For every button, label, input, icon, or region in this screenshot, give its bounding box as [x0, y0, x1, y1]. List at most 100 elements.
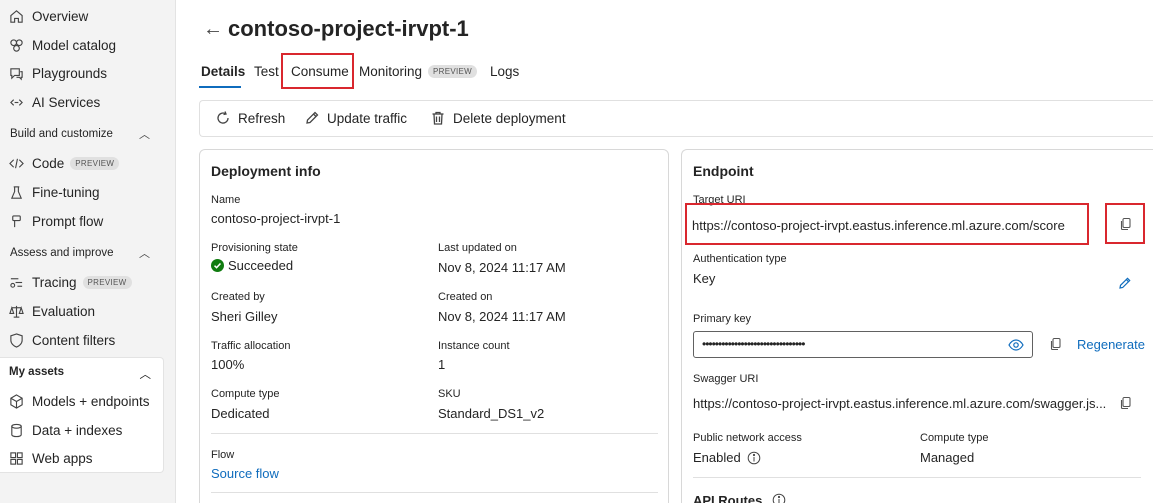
refresh-icon [217, 111, 229, 124]
sidebar: Overview Model catalog Playgrounds AI Se… [0, 0, 176, 503]
copy-primary-key-button[interactable] [1049, 337, 1065, 353]
swagger-uri-label: Swagger URI [693, 373, 759, 385]
eye-icon[interactable] [1008, 338, 1024, 352]
edit-auth-button[interactable] [1118, 276, 1134, 292]
chevron-up-icon: ︿ [139, 129, 150, 141]
last-updated-value: Nov 8, 2024 11:17 AM [438, 260, 566, 275]
traffic-allocation-label: Traffic allocation [211, 340, 291, 352]
highlight-target-uri [685, 203, 1089, 245]
edit-icon [306, 111, 319, 124]
shield-icon [8, 332, 24, 348]
compute-type-value: Dedicated [211, 406, 270, 421]
chevron-up-icon: ︿ [139, 248, 150, 260]
home-icon [8, 8, 24, 24]
command-bar: Refresh Update traffic Delete deployment [199, 100, 1153, 137]
trash-icon [432, 111, 444, 125]
copy-swagger-uri-button[interactable] [1119, 396, 1135, 412]
grid-icon [8, 450, 24, 466]
sidebar-item-fine-tuning[interactable]: Fine-tuning [8, 179, 100, 205]
code-icon [8, 155, 24, 171]
endpoint-compute-type-label: Compute type [920, 432, 989, 444]
scale-icon [8, 303, 24, 319]
highlight-consume-tab [281, 53, 354, 89]
authentication-type-label: Authentication type [693, 253, 787, 265]
created-by-label: Created by [211, 291, 265, 303]
endpoint-title: Endpoint [693, 163, 754, 179]
sidebar-item-content-filters[interactable]: Content filters [8, 327, 115, 353]
compute-type-label: Compute type [211, 388, 280, 400]
section-my-assets[interactable]: My assets ︿ [9, 366, 151, 382]
preview-badge: PREVIEW [82, 275, 132, 289]
tracing-icon [8, 274, 24, 290]
tab-details[interactable]: Details [201, 64, 245, 79]
chat-icon [8, 65, 24, 81]
authentication-type-value: Key [693, 271, 716, 286]
sidebar-item-ai-services[interactable]: AI Services [8, 89, 100, 115]
sidebar-item-overview[interactable]: Overview [8, 3, 88, 29]
flow-icon [8, 213, 24, 229]
pencil-icon [1119, 277, 1131, 289]
public-network-access-value: Enabled [693, 450, 761, 465]
endpoint-compute-type-value: Managed [920, 450, 975, 465]
sidebar-item-code[interactable]: Code PREVIEW [8, 150, 120, 176]
deployment-info-title: Deployment info [211, 163, 321, 179]
tab-monitoring[interactable]: Monitoring PREVIEW [359, 64, 478, 79]
flow-label: Flow [211, 449, 235, 461]
sidebar-item-tracing[interactable]: Tracing PREVIEW [8, 269, 132, 295]
created-on-label: Created on [438, 291, 493, 303]
deployment-info-card [199, 149, 669, 503]
sidebar-item-model-catalog[interactable]: Model catalog [8, 32, 116, 58]
instance-count-value: 1 [438, 357, 446, 372]
tab-logs[interactable]: Logs [490, 64, 519, 79]
sidebar-item-playgrounds[interactable]: Playgrounds [8, 60, 107, 86]
sidebar-item-prompt-flow[interactable]: Prompt flow [8, 208, 103, 234]
page-title: contoso-project-irvpt-1 [228, 16, 469, 41]
swagger-uri-value: https://contoso-project-irvpt.eastus.inf… [693, 396, 1107, 411]
info-icon[interactable] [747, 451, 761, 465]
provisioning-state-label: Provisioning state [211, 242, 298, 254]
success-check-icon [211, 259, 224, 272]
cube-icon [8, 37, 24, 53]
preview-badge: PREVIEW [70, 156, 120, 170]
sidebar-item-models-endpoints[interactable]: Models + endpoints [8, 388, 149, 414]
source-flow-link[interactable]: Source flow [211, 466, 279, 481]
divider [211, 433, 658, 434]
primary-key-value: •••••••••••••••••••••••••••••••• [702, 337, 805, 351]
update-traffic-button[interactable]: Update traffic [304, 110, 407, 126]
api-routes-label: API Routes [693, 493, 786, 503]
divider [211, 492, 658, 493]
chevron-up-icon: ︿ [139, 369, 152, 381]
back-arrow-icon[interactable]: ← [203, 18, 223, 41]
cube-icon [8, 393, 24, 409]
copy-icon [1050, 337, 1061, 351]
delete-deployment-button[interactable]: Delete deployment [430, 110, 566, 126]
created-on-value: Nov 8, 2024 11:17 AM [438, 309, 566, 324]
sku-value: Standard_DS1_v2 [438, 406, 545, 421]
active-tab-indicator [199, 86, 241, 88]
highlight-copy-button [1105, 203, 1145, 244]
sidebar-item-web-apps[interactable]: Web apps [8, 445, 93, 471]
section-assess-and-improve[interactable]: Assess and improve ︿ [10, 243, 150, 263]
copy-icon [1120, 396, 1131, 410]
created-by-value: Sheri Gilley [211, 309, 278, 324]
preview-badge: PREVIEW [428, 65, 478, 78]
last-updated-label: Last updated on [438, 242, 517, 254]
link-icon [8, 94, 24, 110]
sku-label: SKU [438, 388, 461, 400]
traffic-allocation-value: 100% [211, 357, 245, 372]
sidebar-item-evaluation[interactable]: Evaluation [8, 298, 95, 324]
regenerate-link[interactable]: Regenerate [1077, 337, 1145, 352]
sidebar-item-data-indexes[interactable]: Data + indexes [8, 417, 122, 443]
primary-key-label: Primary key [693, 313, 752, 325]
info-icon[interactable] [772, 493, 786, 503]
database-icon [8, 422, 24, 438]
flask-icon [8, 184, 24, 200]
section-build-and-customize[interactable]: Build and customize ︿ [10, 124, 150, 144]
refresh-button[interactable]: Refresh [215, 110, 285, 126]
divider [693, 477, 1141, 478]
primary-key-field[interactable]: •••••••••••••••••••••••••••••••• [693, 331, 1033, 358]
provisioning-state-value: Succeeded [211, 258, 293, 273]
name-value: contoso-project-irvpt-1 [211, 211, 341, 226]
tab-test[interactable]: Test [254, 64, 279, 79]
name-label: Name [211, 194, 241, 206]
